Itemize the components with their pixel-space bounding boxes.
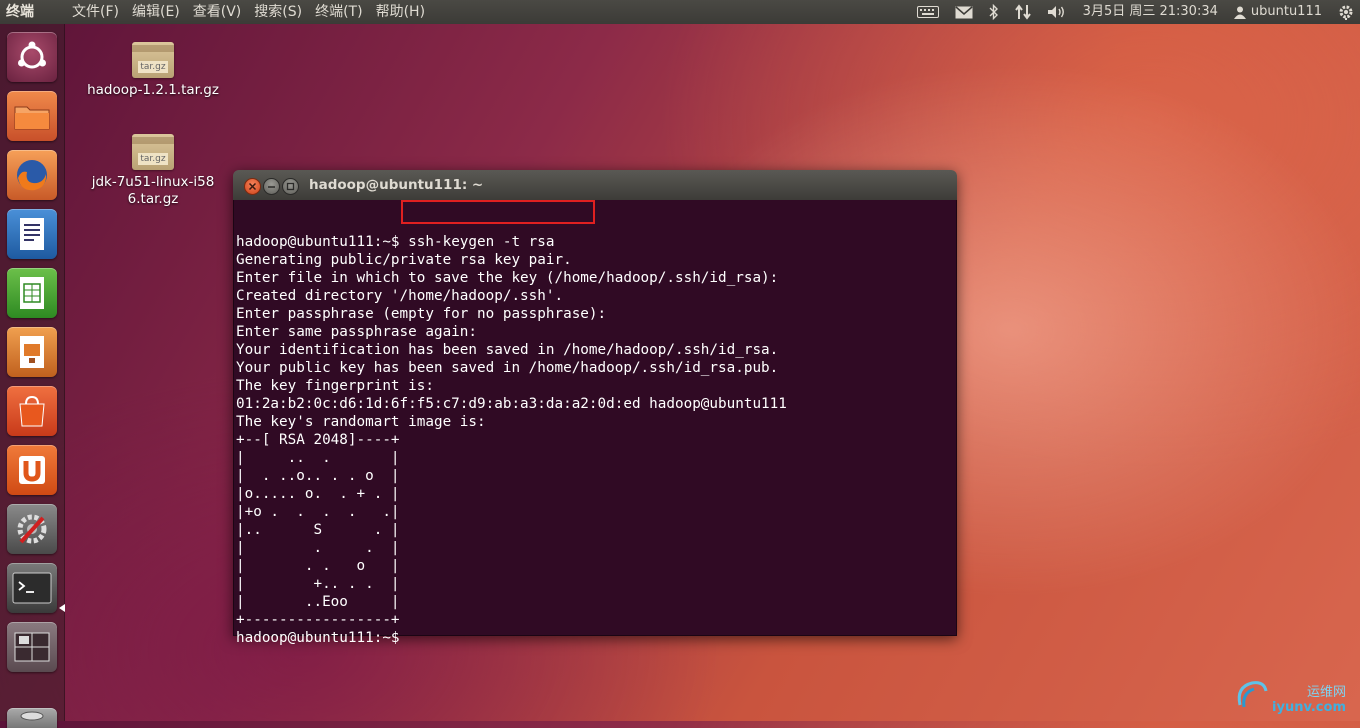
minimize-button[interactable] <box>263 178 280 195</box>
terminal-title: hadoop@ubuntu111: ~ <box>309 177 484 193</box>
ubuntu-logo-icon <box>18 41 46 69</box>
watermark-line1: 运维网 <box>1306 685 1346 700</box>
gear-icon[interactable] <box>1338 4 1354 20</box>
indicator-area: 3月5日 周三 21:30:34 ubuntu111 <box>909 0 1360 24</box>
folder-icon <box>14 106 50 130</box>
firefox-icon <box>17 160 47 191</box>
terminal-line: | . . | <box>236 540 400 556</box>
clock[interactable]: 3月5日 周三 21:30:34 <box>1083 0 1218 24</box>
watermark-line2: iyunv.com <box>1272 700 1346 715</box>
terminal-line: Your public key has been saved in /home/… <box>236 360 779 376</box>
top-panel: 终端 文件(F) 编辑(E) 查看(V) 搜索(S) 终端(T) 帮助(H) 3… <box>0 0 1360 24</box>
terminal-line: The key fingerprint is: <box>236 378 434 394</box>
terminal-line: | +.. . . | <box>236 576 400 592</box>
watermark-logo-icon <box>1237 681 1268 708</box>
bluetooth-icon[interactable] <box>989 4 999 20</box>
document-icon <box>20 218 44 250</box>
system-settings-launcher[interactable] <box>7 504 57 554</box>
command-highlight-box <box>401 200 595 224</box>
terminal-line: The key's randomart image is: <box>236 414 486 430</box>
terminal-line: | .. . | <box>236 450 400 466</box>
maximize-icon <box>286 182 295 191</box>
terminal-launcher[interactable] <box>7 563 57 613</box>
presentation-icon <box>20 336 44 368</box>
archive-icon: tar.gz <box>132 42 174 78</box>
terminal-output: hadoop@ubuntu111:~$ ssh-keygen -t rsa Ge… <box>236 233 787 647</box>
minimize-icon <box>268 186 275 188</box>
ubuntu-one-launcher[interactable] <box>7 445 57 495</box>
impress-launcher[interactable] <box>7 327 57 377</box>
user-menu[interactable]: ubuntu111 <box>1233 0 1322 24</box>
terminal-body[interactable]: hadoop@ubuntu111:~$ ssh-keygen -t rsa Ge… <box>233 200 957 646</box>
command: ssh-keygen -t rsa <box>399 234 555 250</box>
terminal-line: Enter same passphrase again: <box>236 324 478 340</box>
trash-icon <box>20 711 44 721</box>
menu-bar: 文件(F) 编辑(E) 查看(V) 搜索(S) 终端(T) 帮助(H) <box>72 0 438 24</box>
user-name: ubuntu111 <box>1250 4 1322 19</box>
terminal-titlebar[interactable]: hadoop@ubuntu111: ~ <box>233 170 957 200</box>
terminal-line: Enter file in which to save the key (/ho… <box>236 270 779 286</box>
desktop-file-label: hadoop-1.2.1.tar.gz <box>87 82 219 98</box>
terminal-line: Created directory '/home/hadoop/.ssh'. <box>236 288 564 304</box>
spreadsheet-icon <box>20 277 44 309</box>
final-prompt: hadoop@ubuntu111:~$ <box>236 630 400 646</box>
maximize-button[interactable] <box>282 178 299 195</box>
firefox-launcher[interactable] <box>7 150 57 200</box>
archive-icon: tar.gz <box>132 134 174 170</box>
calc-launcher[interactable] <box>7 268 57 318</box>
terminal-window[interactable]: hadoop@ubuntu111: ~ hadoop@ubuntu111:~$ … <box>233 170 957 646</box>
terminal-line: | . ..o.. . . o | <box>236 468 400 484</box>
terminal-icon <box>12 572 52 604</box>
software-center-launcher[interactable] <box>7 386 57 436</box>
trash-launcher[interactable] <box>7 708 57 728</box>
workspace-switcher-launcher[interactable] <box>7 622 57 672</box>
terminal-line: |.. S . | <box>236 522 400 538</box>
settings-wrench-icon <box>17 514 47 544</box>
terminal-line: | ..Eoo | <box>236 594 400 610</box>
volume-icon[interactable] <box>1047 5 1067 19</box>
close-button[interactable] <box>244 178 261 195</box>
mail-icon[interactable] <box>955 5 973 19</box>
menu-view[interactable]: 查看(V) <box>193 0 242 24</box>
menu-help[interactable]: 帮助(H) <box>376 0 425 24</box>
terminal-line: Generating public/private rsa key pair. <box>236 252 572 268</box>
terminal-line: | . . o | <box>236 558 400 574</box>
active-indicator-icon <box>59 604 65 612</box>
keyboard-icon[interactable] <box>916 6 939 18</box>
menu-search[interactable]: 搜索(S) <box>254 0 302 24</box>
terminal-line: +--[ RSA 2048]----+ <box>236 432 400 448</box>
shopping-bag-icon <box>19 395 45 427</box>
terminal-line: |+o . . . . .| <box>236 504 400 520</box>
menu-file[interactable]: 文件(F) <box>72 0 119 24</box>
files-launcher[interactable] <box>7 91 57 141</box>
workspace-icon <box>14 632 50 662</box>
user-icon <box>1233 6 1246 19</box>
writer-launcher[interactable] <box>7 209 57 259</box>
menu-edit[interactable]: 编辑(E) <box>132 0 180 24</box>
desktop-file-label: jdk-7u51-linux-i586.tar.gz <box>91 174 215 207</box>
desktop-file-jdk[interactable]: tar.gz jdk-7u51-linux-i586.tar.gz <box>83 134 223 208</box>
terminal-line: Your identification has been saved in /h… <box>236 342 779 358</box>
close-icon <box>248 182 257 191</box>
output-lines: Generating public/private rsa key pair. E… <box>236 251 787 629</box>
terminal-line: 01:2a:b2:0c:d6:1d:6f:f5:c7:d9:ab:a3:da:a… <box>236 396 787 412</box>
network-icon[interactable] <box>1014 4 1031 20</box>
terminal-line: Enter passphrase (empty for no passphras… <box>236 306 607 322</box>
menu-terminal[interactable]: 终端(T) <box>315 0 362 24</box>
terminal-line: +-----------------+ <box>236 612 400 628</box>
dash-home-button[interactable] <box>7 32 57 82</box>
launcher <box>0 24 65 728</box>
prompt: hadoop@ubuntu111:~$ <box>236 234 400 250</box>
desktop-file-hadoop[interactable]: tar.gz hadoop-1.2.1.tar.gz <box>83 42 223 98</box>
active-app-title: 终端 <box>6 4 34 20</box>
watermark: 运维网 iyunv.com <box>1237 681 1346 715</box>
command-line: hadoop@ubuntu111:~$ ssh-keygen -t rsa <box>236 233 787 251</box>
terminal-line: |o..... o. . + . | <box>236 486 400 502</box>
u-logo-icon <box>19 456 45 484</box>
